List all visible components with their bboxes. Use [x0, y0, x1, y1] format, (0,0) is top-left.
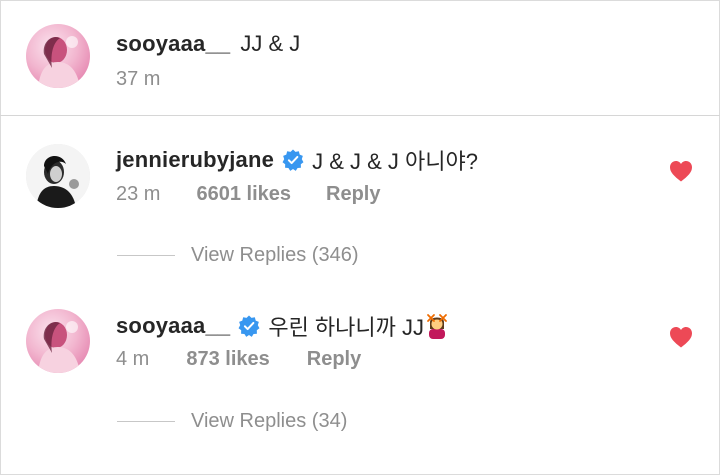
comment-likes[interactable]: 873 likes	[186, 348, 269, 371]
divider	[117, 255, 175, 256]
reply-button[interactable]: Reply	[307, 348, 361, 371]
comment-text: 우린 하나니까 JJ	[268, 315, 424, 340]
avatar[interactable]	[26, 309, 90, 373]
caption-timestamp: 37 m	[116, 68, 161, 90]
heart-icon[interactable]	[669, 160, 693, 182]
verified-badge-icon	[282, 149, 304, 171]
reply-button[interactable]: Reply	[326, 183, 380, 206]
caption-username[interactable]: sooyaaa__	[116, 31, 230, 57]
comment-timestamp: 4 m	[116, 348, 150, 370]
comment-meta: 4 m 873 likes Reply	[116, 348, 361, 371]
post-caption: sooyaaa__ JJ & J 37 m	[0, 0, 720, 116]
view-replies-button[interactable]: View Replies (34)	[117, 410, 347, 433]
caption-text: JJ & J	[240, 31, 301, 56]
caption-line: sooyaaa__ JJ & J	[116, 31, 300, 57]
woman-gesturing-no-emoji	[427, 314, 447, 339]
view-replies-button[interactable]: View Replies (346)	[117, 244, 359, 267]
avatar[interactable]	[26, 24, 90, 88]
view-replies-label: View Replies (34)	[191, 410, 348, 432]
comment-meta: 23 m 6601 likes Reply	[116, 183, 380, 206]
comment-username[interactable]: jennierubyjane	[116, 147, 274, 173]
comment-timestamp: 23 m	[116, 183, 161, 205]
comment-likes[interactable]: 6601 likes	[196, 183, 291, 206]
verified-badge-icon	[238, 315, 260, 337]
avatar[interactable]	[26, 144, 90, 208]
comment-username[interactable]: sooyaaa__	[116, 313, 230, 339]
heart-icon[interactable]	[669, 326, 693, 348]
divider	[117, 421, 175, 422]
comment-line: sooyaaa__ 우린 하나니까 JJ	[116, 310, 448, 342]
comment-text: J & J & J 아니야?	[312, 149, 478, 174]
comment-line: jennierubyjane J & J & J 아니야?	[116, 144, 478, 176]
view-replies-label: View Replies (346)	[191, 244, 359, 266]
caption-meta: 37 m	[116, 68, 160, 91]
